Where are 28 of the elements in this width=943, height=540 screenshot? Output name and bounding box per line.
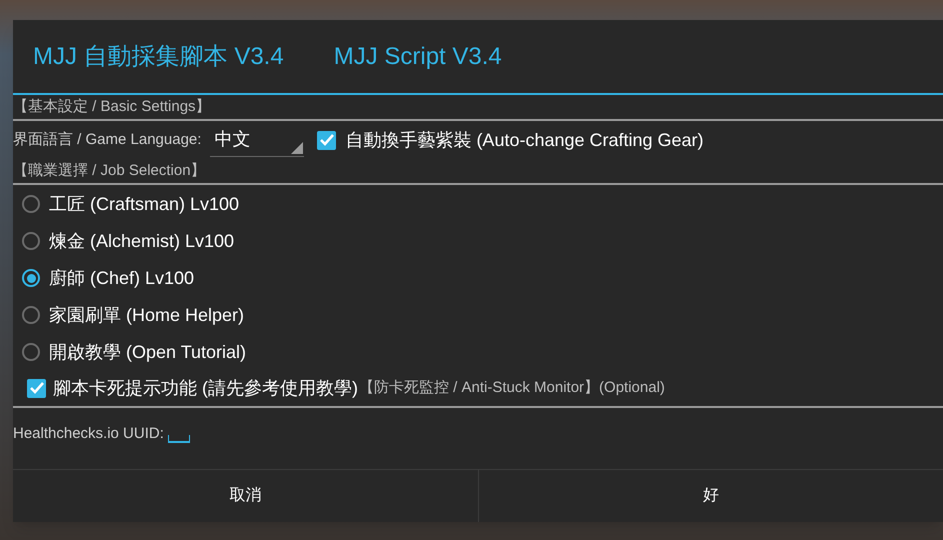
auto-gear-label: 自動換手藝紫裝 (Auto-change Crafting Gear) [345,128,704,152]
job-option-label[interactable]: 開啟教學 (Open Tutorial) [49,338,246,366]
dialog-button[interactable]: 好 [478,470,943,522]
job-option-label[interactable]: 廚師 (Chef) Lv100 [49,264,194,292]
dialog-button[interactable]: 取消 [13,470,478,522]
checkmark-icon [30,382,44,394]
language-label: 界面語言 / Game Language: [13,130,202,150]
monitor-note: 【防卡死監控 / Anti-Stuck Monitor】(Optional) [359,378,665,398]
checkbox[interactable] [317,130,336,150]
monitor-label: 腳本卡死提示功能 (請先參考使用教學) [53,376,358,400]
radio-button[interactable] [22,232,40,250]
radio-button[interactable] [22,306,40,324]
dialog-subtitle: MJJ Script V3.4 [334,42,502,72]
job-option-label[interactable]: 煉金 (Alchemist) Lv100 [49,228,234,255]
section-header: 【職業選擇 / Job Selection】 [13,160,207,181]
dropdown-corner-icon [291,142,304,154]
section-header: 【基本設定 / Basic Settings】 [13,97,212,117]
dialog-title: MJJ 自動採集腳本 V3.4 [33,42,284,72]
checkmark-icon [320,134,334,146]
radio-button[interactable] [22,195,40,214]
radio-button[interactable] [22,269,40,288]
job-option-label[interactable]: 家園刷單 (Home Helper) [49,302,244,329]
job-option-label[interactable]: 工匠 (Craftsman) Lv100 [49,190,240,218]
healthchecks-label: Healthchecks.io UUID: [13,424,164,444]
radio-button[interactable] [22,343,40,362]
uuid-input-field[interactable] [168,434,190,443]
checkbox[interactable] [27,378,46,398]
language-dropdown[interactable]: 中文 [210,123,304,158]
